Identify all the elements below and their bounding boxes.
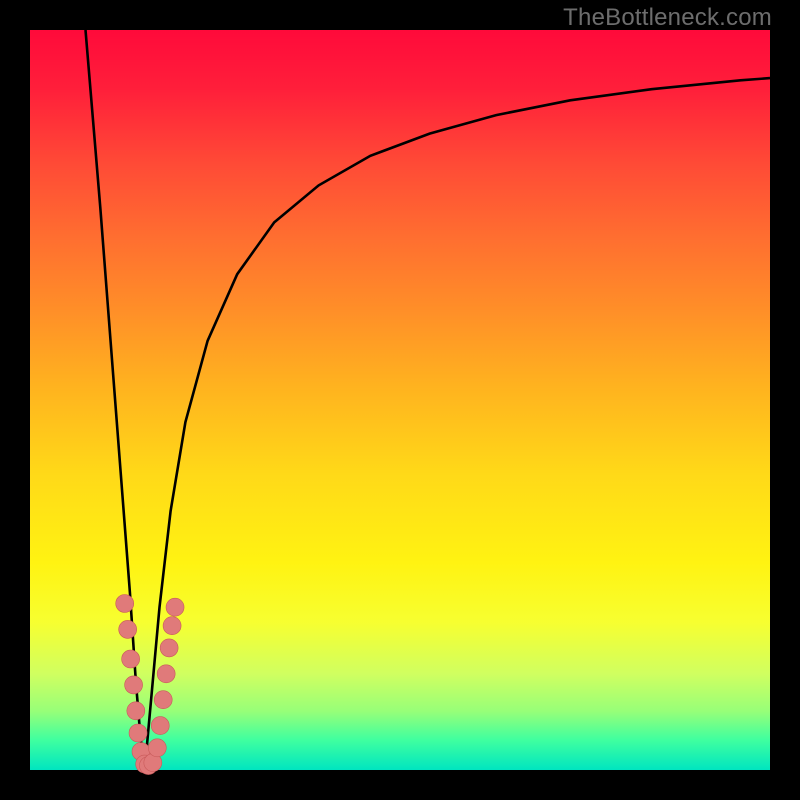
watermark-text: TheBottleneck.com [563, 4, 772, 32]
chart-plot-area [30, 30, 770, 770]
data-point [160, 639, 178, 657]
data-point [116, 595, 134, 613]
outer-frame: TheBottleneck.com [0, 0, 800, 800]
chart-svg [30, 30, 770, 770]
data-point [122, 650, 140, 668]
data-point [157, 665, 175, 683]
data-point [127, 702, 145, 720]
data-point [154, 691, 172, 709]
data-point [148, 739, 166, 757]
data-point [166, 598, 184, 616]
data-point [129, 724, 147, 742]
data-point [163, 617, 181, 635]
data-point [151, 717, 169, 735]
curve-right-branch [145, 78, 770, 770]
data-point [125, 676, 143, 694]
scatter-points [116, 595, 184, 775]
data-point [119, 620, 137, 638]
